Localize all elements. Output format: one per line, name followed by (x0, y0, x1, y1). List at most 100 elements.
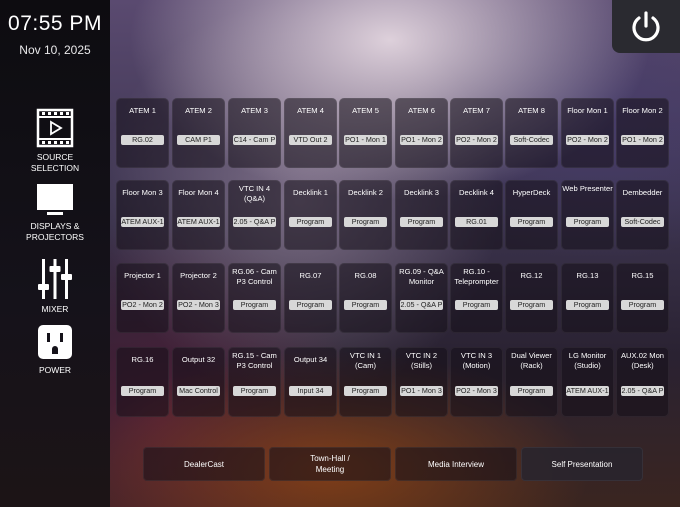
tile-route-badge: ATEM AUX-1 (177, 217, 220, 227)
source-tile[interactable]: RG.09 - Q&A Monitor 2.05 - Q&A P (395, 263, 448, 333)
tile-route-badge: PO1 - Mon 2 (621, 135, 664, 145)
source-tile[interactable]: VTC IN 1 (Cam) Program (339, 347, 392, 417)
source-tile[interactable]: VTC IN 2 (Stills) PO1 - Mon 3 (395, 347, 448, 417)
preset-label: Self Presentation (551, 459, 613, 469)
preset-button[interactable]: Town-Hall / Meeting (269, 447, 391, 481)
source-tile[interactable]: Decklink 1 Program (284, 180, 337, 250)
source-tile[interactable]: Output 32 Mac Control (172, 347, 225, 417)
tile-label: VTC IN 4 (Q&A) (238, 184, 271, 203)
tile-route-badge: PO1 - Mon 3 (400, 386, 443, 396)
tile-route-badge: PO1 - Mon 2 (400, 135, 443, 145)
clock-time: 07:55 PM (8, 12, 102, 35)
tile-label: Floor Mon 4 (178, 188, 219, 197)
tile-label: RG.12 (520, 271, 543, 280)
source-tile[interactable]: RG.12 Program (505, 263, 558, 333)
tile-route-badge: ATEM AUX-1 (566, 386, 609, 396)
tile-route-badge: Program (233, 300, 276, 310)
tile-route-badge: Program (510, 300, 553, 310)
tile-label: RG.10 - Teleprompter (454, 267, 499, 286)
preset-button[interactable]: Self Presentation (521, 447, 643, 481)
tile-route-badge: Program (344, 386, 387, 396)
tile-label: Floor Mon 3 (122, 188, 163, 197)
source-tile[interactable]: ATEM 3 C14 - Cam P (228, 98, 281, 168)
source-tile[interactable]: RG.15 Program (616, 263, 669, 333)
source-tile[interactable]: RG.13 Program (561, 263, 614, 333)
tile-label: Projector 1 (124, 271, 161, 280)
tile-label: ATEM 3 (241, 106, 268, 115)
tile-route-badge: CAM P1 (177, 135, 220, 145)
source-tile[interactable]: VTC IN 4 (Q&A) 2.05 - Q&A P (228, 180, 281, 250)
source-tile[interactable]: HyperDeck Program (505, 180, 558, 250)
preset-button[interactable]: DealerCast (143, 447, 265, 481)
source-tile[interactable]: Floor Mon 4 ATEM AUX-1 (172, 180, 225, 250)
preset-label: Town-Hall / Meeting (310, 454, 350, 474)
preset-button[interactable]: Media Interview (395, 447, 517, 481)
source-tile[interactable]: Floor Mon 1 PO2 - Mon 2 (561, 98, 614, 168)
source-tile[interactable]: Web Presenter Program (561, 180, 614, 250)
source-tile[interactable]: ATEM 2 CAM P1 (172, 98, 225, 168)
tile-label: Projector 2 (180, 271, 217, 280)
source-tile[interactable]: Floor Mon 3 ATEM AUX-1 (116, 180, 169, 250)
tile-label: Dual Viewer (Rack) (511, 351, 552, 370)
sidebar-item-power[interactable]: POWER (0, 324, 110, 376)
source-tile[interactable]: Decklink 3 Program (395, 180, 448, 250)
tile-label: Output 34 (293, 355, 328, 364)
tile-route-badge: Program (621, 300, 664, 310)
source-tile[interactable]: Decklink 2 Program (339, 180, 392, 250)
tile-route-badge: 2.05 - Q&A P (400, 300, 443, 310)
film-play-icon (36, 108, 74, 148)
source-tile[interactable]: ATEM 6 PO1 - Mon 2 (395, 98, 448, 168)
source-tile[interactable]: ATEM 4 VTD Out 2 (284, 98, 337, 168)
sidebar-item-label: DISPLAYS & PROJECTORS (26, 221, 84, 242)
tile-label: ATEM 8 (518, 106, 545, 115)
source-tile[interactable]: Decklink 4 RG.01 (450, 180, 503, 250)
tile-route-badge: Mac Control (177, 386, 220, 396)
source-tile[interactable]: Dembedder Soft-Codec (616, 180, 669, 250)
tile-route-badge: 2.05 - Q&A P (233, 217, 276, 227)
source-tile[interactable]: RG.10 - Teleprompter Program (450, 263, 503, 333)
sidebar-item-source-selection[interactable]: SOURCE SELECTION (0, 108, 110, 174)
tile-route-badge: PO1 - Mon 1 (344, 135, 387, 145)
preset-label: DealerCast (183, 459, 224, 469)
tile-label: RG.15 - Cam P3 Control (232, 351, 277, 370)
source-tile[interactable]: Projector 1 PO2 - Mon 2 (116, 263, 169, 333)
source-tile[interactable]: Projector 2 PO2 - Mon 3 (172, 263, 225, 333)
source-tile[interactable]: ATEM 1 RG.02 (116, 98, 169, 168)
power-icon (632, 10, 660, 41)
tile-label: Web Presenter (562, 184, 613, 193)
source-tile[interactable]: RG.07 Program (284, 263, 337, 333)
sidebar-item-displays-projectors[interactable]: DISPLAYS & PROJECTORS (0, 183, 110, 243)
source-tile[interactable]: RG.16 Program (116, 347, 169, 417)
tile-route-badge: Program (510, 386, 553, 396)
source-tile[interactable]: Output 34 Input 34 (284, 347, 337, 417)
tile-label: RG.16 (131, 355, 154, 364)
tile-route-badge: Program (121, 386, 164, 396)
source-tile[interactable]: AUX.02 Mon (Desk) 2.05 - Q&A P (616, 347, 669, 417)
tile-route-badge: RG.01 (455, 217, 498, 227)
sidebar: 07:55 PM Nov 10, 2025 SOURCE SELECTION D… (0, 0, 110, 507)
tile-label: ATEM 2 (185, 106, 212, 115)
source-tile[interactable]: LG Monitor (Studio) ATEM AUX-1 (561, 347, 614, 417)
tile-label: VTC IN 1 (Cam) (349, 351, 382, 370)
tile-label: AUX.02 Mon (Desk) (620, 351, 665, 370)
sidebar-item-label: POWER (38, 365, 72, 375)
tile-label: Decklink 4 (458, 188, 495, 197)
source-tile[interactable]: RG.15 - Cam P3 Control Program (228, 347, 281, 417)
source-tile[interactable]: Dual Viewer (Rack) Program (505, 347, 558, 417)
source-tile[interactable]: ATEM 8 Soft-Codec (505, 98, 558, 168)
source-tile[interactable]: RG.06 - Cam P3 Control Program (228, 263, 281, 333)
source-tile[interactable]: RG.08 Program (339, 263, 392, 333)
power-button[interactable] (612, 0, 680, 53)
sidebar-item-mixer[interactable]: MIXER (0, 258, 110, 315)
tile-label: RG.07 (299, 271, 322, 280)
sidebar-item-label: MIXER (41, 304, 69, 314)
source-tile[interactable]: Floor Mon 2 PO1 - Mon 2 (616, 98, 669, 168)
power-outlet-icon (38, 325, 72, 359)
source-tile[interactable]: VTC IN 3 (Motion) PO2 - Mon 3 (450, 347, 503, 417)
tile-label: HyperDeck (512, 188, 551, 197)
tile-route-badge: PO2 - Mon 2 (566, 135, 609, 145)
tile-route-badge: ATEM AUX-1 (121, 217, 164, 227)
source-tile[interactable]: ATEM 7 PO2 - Mon 2 (450, 98, 503, 168)
source-tile[interactable]: ATEM 5 PO1 - Mon 1 (339, 98, 392, 168)
sidebar-item-label: SOURCE SELECTION (30, 152, 80, 173)
